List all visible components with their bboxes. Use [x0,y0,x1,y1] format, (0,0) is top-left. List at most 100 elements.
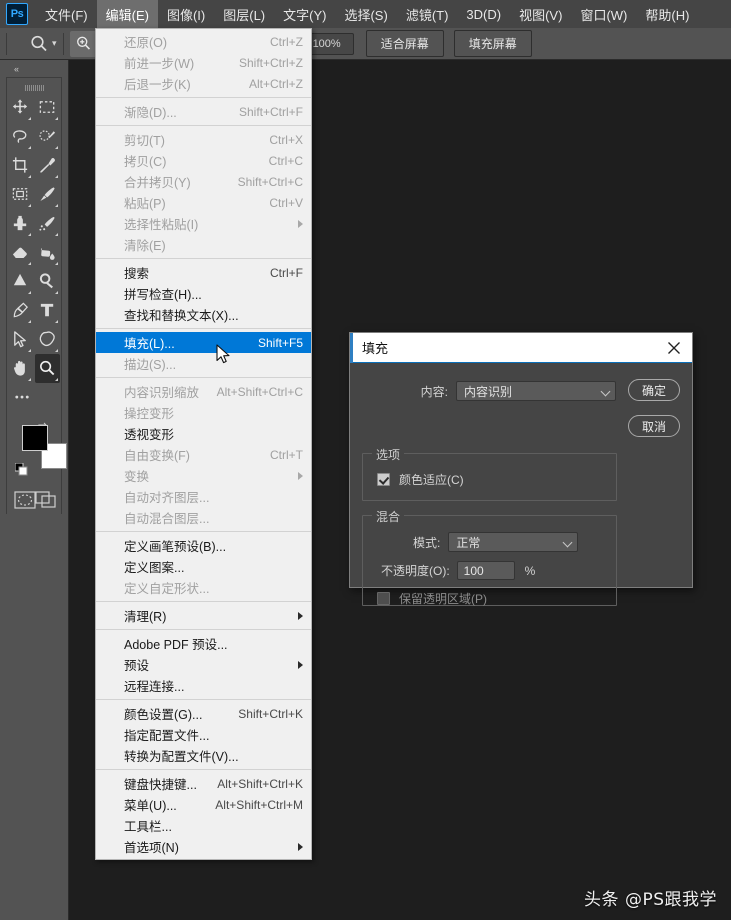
move-tool[interactable] [8,93,33,122]
tools-panel-grip[interactable] [7,82,61,93]
brush-tool[interactable] [35,180,60,209]
blending-group-label: 混合 [372,508,405,525]
collapse-panel-button[interactable]: ‹‹ [0,60,68,77]
edit-toolbar-more[interactable] [8,383,36,412]
menu-item-step-backward[interactable]: 后退一步(K) Alt+Ctrl+Z [96,73,311,94]
color-adaptation-label[interactable]: 颜色适应(C) [399,471,464,488]
default-colors-icon[interactable] [15,463,28,476]
menu-separator [96,531,311,532]
menu-item-remote-connections[interactable]: 远程连接... [96,675,311,696]
close-icon[interactable] [666,340,682,356]
menu-item-step-forward[interactable]: 前进一步(W) Shift+Ctrl+Z [96,52,311,73]
menubar-edit[interactable]: 编辑(E) [96,0,158,28]
menubar-layer[interactable]: 图层(L) [214,0,274,28]
blend-mode-select[interactable]: 正常 [448,532,579,552]
contents-label: 内容: [420,384,448,399]
menu-item-copy-merged[interactable]: 合并拷贝(Y) Shift+Ctrl+C [96,171,311,192]
menu-item-content-aware-scale[interactable]: 内容识别缩放 Alt+Shift+Ctrl+C [96,381,311,402]
opacity-input[interactable]: 100 [456,561,515,580]
menu-item-search[interactable]: 搜索 Ctrl+F [96,262,311,283]
menubar-filter[interactable]: 滤镜(T) [397,0,458,28]
menu-item-adobe-pdf-presets[interactable]: Adobe PDF 预设... [96,633,311,654]
menubar-3d[interactable]: 3D(D) [457,0,510,28]
tool-group-corner [55,291,58,294]
menu-item-color-settings[interactable]: 颜色设置(G)... Shift+Ctrl+K [96,703,311,724]
screen-mode-button[interactable] [34,490,56,508]
custom-shape-tool[interactable] [35,325,60,354]
menubar-window[interactable]: 窗口(W) [571,0,636,28]
fit-screen-button[interactable]: 适合屏幕 [365,30,444,57]
menu-item-perspective-warp[interactable]: 透视变形 [96,423,311,444]
menu-item-define-pattern[interactable]: 定义图案... [96,556,311,577]
menu-item-fade[interactable]: 渐隐(D)... Shift+Ctrl+F [96,101,311,122]
blur-tool[interactable] [8,267,33,296]
preserve-transparency-checkbox[interactable] [377,592,390,605]
quick-selection-tool[interactable] [35,122,60,151]
menu-item-check-spelling[interactable]: 拼写检查(H)... [96,283,311,304]
history-brush-tool[interactable] [35,209,60,238]
frame-tool[interactable] [8,180,33,209]
menubar-file[interactable]: 文件(F) [36,0,97,28]
eraser-tool[interactable] [8,238,33,267]
contents-select[interactable]: 内容识别 [456,381,616,401]
menu-item-preferences[interactable]: 首选项(N) [96,836,311,857]
menu-item-puppet-warp[interactable]: 操控变形 [96,402,311,423]
gradient-tool[interactable] [35,238,60,267]
fill-screen-button[interactable]: 填充屏幕 [453,30,532,57]
tool-row [7,151,61,180]
menu-item-undo[interactable]: 还原(O) Ctrl+Z [96,31,311,52]
menu-item-cut[interactable]: 剪切(T) Ctrl+X [96,129,311,150]
menu-item-copy[interactable]: 拷贝(C) Ctrl+C [96,150,311,171]
quick-mask-button[interactable] [13,490,36,509]
menubar-view[interactable]: 视图(V) [510,0,571,28]
menu-item-convert-to-profile[interactable]: 转换为配置文件(V)... [96,745,311,766]
menu-item-label: 首选项(N) [124,841,179,855]
menu-item-toolbar[interactable]: 工具栏... [96,815,311,836]
menu-item-presets[interactable]: 预设 [96,654,311,675]
menu-item-label: 搜索 [124,267,150,281]
tool-preset-chevron-icon[interactable]: ▾ [52,39,57,48]
active-tool-preset[interactable]: ▾ [29,34,57,54]
menu-item-find-replace-text[interactable]: 查找和替换文本(X)... [96,304,311,325]
menu-item-auto-blend-layers[interactable]: 自动混合图层... [96,507,311,528]
crop-tool[interactable] [8,151,33,180]
menubar-image[interactable]: 图像(I) [158,0,214,28]
menu-item-define-brush-preset[interactable]: 定义画笔预设(B)... [96,535,311,556]
menu-item-fill[interactable]: 填充(L)... Shift+F5 [96,332,311,353]
tool-group-corner [55,320,58,323]
menu-item-clear[interactable]: 清除(E) [96,234,311,255]
zoom-tool[interactable] [35,354,60,383]
menu-item-transform[interactable]: 变换 [96,465,311,486]
path-selection-tool[interactable] [8,325,33,354]
menu-item-free-transform[interactable]: 自由变换(F) Ctrl+T [96,444,311,465]
cancel-button[interactable]: 取消 [628,415,680,437]
menu-item-assign-profile[interactable]: 指定配置文件... [96,724,311,745]
hand-tool[interactable] [8,354,33,383]
menu-item-menus[interactable]: 菜单(U)... Alt+Shift+Ctrl+M [96,794,311,815]
menu-item-purge[interactable]: 清理(R) [96,605,311,626]
tool-group-corner [55,262,58,265]
edit-toolbar-more-icon [14,395,29,399]
quick-selection-tool-icon [39,130,56,141]
menubar-type[interactable]: 文字(Y) [274,0,335,28]
menu-item-keyboard-shortcuts[interactable]: 键盘快捷键... Alt+Shift+Ctrl+K [96,773,311,794]
menu-item-define-custom-shape[interactable]: 定义自定形状... [96,577,311,598]
clone-stamp-tool[interactable] [8,209,33,238]
rectangular-marquee-tool[interactable] [35,93,60,122]
foreground-color-swatch[interactable] [22,425,48,451]
color-adaptation-checkbox[interactable] [377,473,390,486]
menu-item-paste[interactable]: 粘贴(P) Ctrl+V [96,192,311,213]
menubar-help[interactable]: 帮助(H) [636,0,698,28]
zoom-in-button[interactable] [69,30,98,57]
pen-tool[interactable] [8,296,33,325]
dodge-tool[interactable] [35,267,60,296]
eyedropper-tool[interactable] [35,151,60,180]
menu-item-stroke[interactable]: 描边(S)... [96,353,311,374]
menubar-select[interactable]: 选择(S) [335,0,396,28]
lasso-tool[interactable] [8,122,33,151]
ok-button[interactable]: 确定 [628,379,680,401]
menu-item-paste-special[interactable]: 选择性粘贴(I) [96,213,311,234]
horizontal-type-tool[interactable] [35,296,60,325]
blend-mode-value: 正常 [456,535,481,550]
menu-item-auto-align-layers[interactable]: 自动对齐图层... [96,486,311,507]
